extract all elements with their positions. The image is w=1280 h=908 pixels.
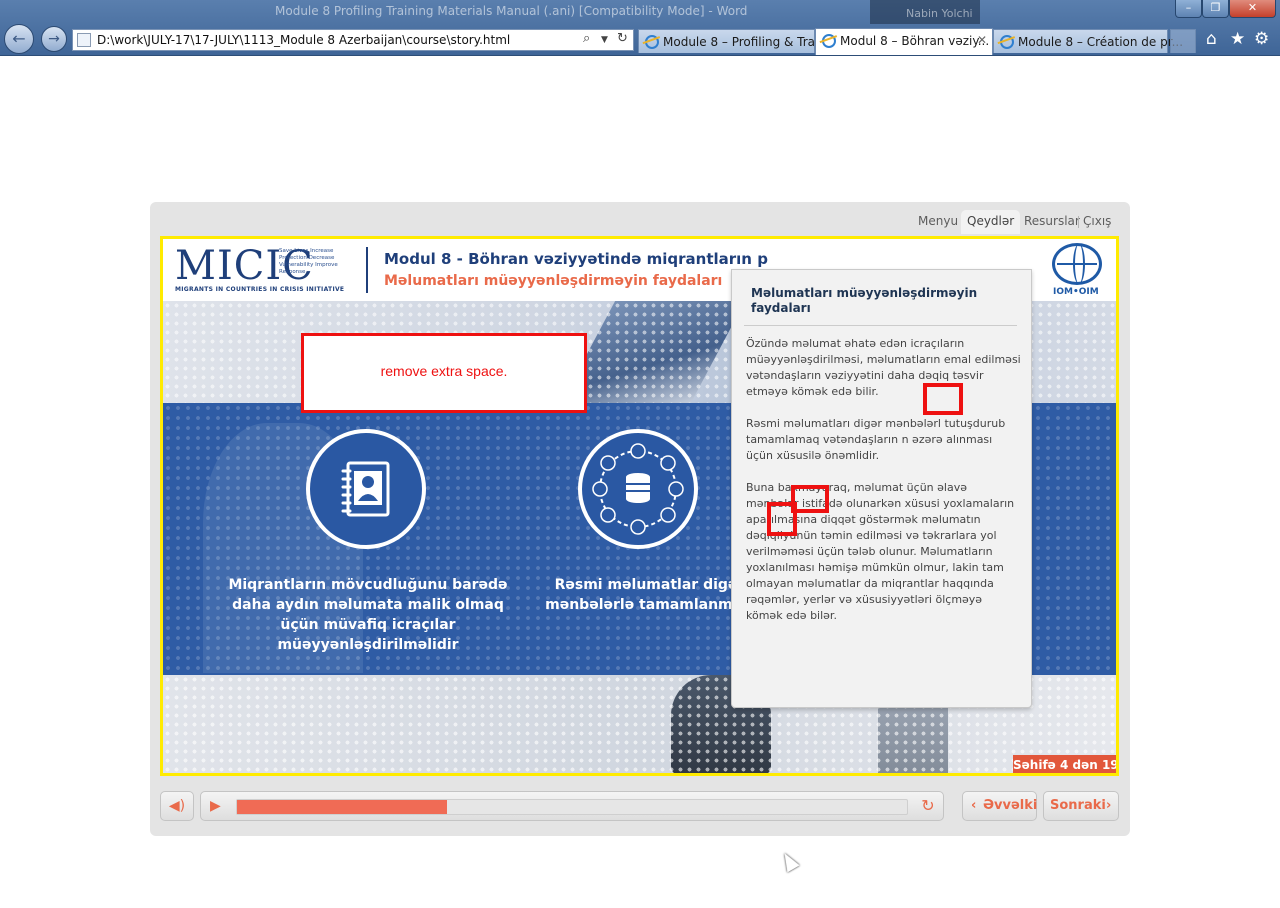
notes-paragraph: Rəsmi məlumatları digər mənbələrl tutuşd… (746, 417, 1006, 462)
page-counter: Səhifə 4 dən 19 (1013, 755, 1116, 773)
notes-panel[interactable]: Məlumatları müəyyənləşdirməyin faydaları… (731, 269, 1032, 708)
play-icon[interactable]: ▶ (210, 797, 228, 815)
mouse-cursor-icon (778, 849, 800, 873)
notes-body: Özündə məlumat əhatə edən icraçıların mü… (746, 336, 1021, 640)
menu-link[interactable]: Menyu (918, 210, 958, 234)
database-sources-icon (578, 429, 698, 549)
notes-title: Məlumatları müəyyənləşdirməyin faydaları (751, 286, 978, 315)
progress-fill (237, 800, 447, 814)
iom-logo-text: IOM•OIM (1053, 287, 1099, 297)
tab-profiling[interactable]: Module 8 – Profiling & Tra... (638, 29, 826, 53)
iom-globe-icon (1052, 243, 1102, 285)
home-icon[interactable]: ⌂ (1206, 29, 1217, 49)
tab-creation[interactable]: Module 8 – Création de pr... (993, 29, 1183, 53)
forward-arrow-icon[interactable]: → (41, 26, 67, 52)
previous-button[interactable]: ‹ Əvvəlki (962, 791, 1037, 821)
ie-logo-icon (822, 34, 836, 48)
micic-logo: MICIC Save Lives Increase Protection Dec… (175, 243, 350, 297)
caption-identify-actors: Miqrantların mövcudluğunu barədə daha ay… (228, 577, 508, 653)
resources-link[interactable]: Resurslar (1024, 210, 1080, 234)
title-bar-user-area: Nabin Yolchi (870, 0, 980, 24)
close-window-button[interactable]: ✕ (1229, 0, 1276, 18)
player-controls: ◀) ▶ ↻ ‹ Əvvəlki Sonraki › (160, 790, 1120, 824)
exit-link[interactable]: Çıxış (1083, 210, 1111, 234)
tab-label: Modul 8 – Böhran vəziy... (840, 34, 990, 48)
tab-label: Module 8 – Création de pr... (1018, 35, 1184, 49)
star-icon[interactable]: ★ (1230, 29, 1245, 49)
minimize-button[interactable]: – (1175, 0, 1202, 18)
contact-book-icon (306, 429, 426, 549)
address-url: D:\work\JULY-17\17-JULY\1113_Module 8 Az… (97, 33, 511, 47)
new-tab-button[interactable] (1170, 29, 1196, 53)
review-comment-text: remove extra space. (380, 363, 508, 379)
notes-paragraph: Özündə məlumat əhatə edən icraçıların mü… (746, 337, 1021, 398)
close-tab-icon[interactable]: ✕ (977, 33, 987, 47)
nav-separator (1078, 216, 1079, 228)
address-bar[interactable]: D:\work\JULY-17\17-JULY\1113_Module 8 Az… (72, 29, 634, 51)
user-label: Nabin Yolchi (906, 7, 973, 20)
slide-area: MICIC Save Lives Increase Protection Dec… (160, 236, 1119, 776)
volume-icon[interactable]: ◀) (160, 791, 194, 821)
ie-logo-icon (645, 35, 659, 49)
iom-logo: IOM•OIM (1049, 243, 1105, 299)
caption-official-data: Rəsmi məlumatlar digə mənbələrlə tamamla… (545, 577, 747, 613)
ie-logo-icon (1000, 35, 1014, 49)
progress-track[interactable] (236, 799, 908, 815)
header-divider (366, 247, 368, 293)
search-icon[interactable]: ⌕ (583, 31, 590, 46)
dropdown-arrow-icon[interactable]: ▼ (601, 35, 608, 45)
micic-logo-tagline: Save Lives Increase Protection Decrease … (279, 248, 338, 275)
maximize-button[interactable]: ❐ (1202, 0, 1229, 18)
window-title: Module 8 Profiling Training Materials Ma… (275, 4, 748, 18)
review-highlight-box (923, 383, 963, 415)
chevron-left-icon: ‹ (971, 798, 977, 813)
browser-chrome: Module 8 Profiling Training Materials Ma… (0, 0, 1280, 56)
review-highlight-box (767, 502, 797, 536)
tab-bohran[interactable]: Modul 8 – Böhran vəziy... ✕ (815, 28, 993, 55)
refresh-icon[interactable]: ↻ (617, 31, 628, 46)
chevron-right-icon: › (1106, 798, 1112, 813)
next-button[interactable]: Sonraki › (1043, 791, 1119, 821)
back-arrow-icon[interactable]: ← (4, 24, 34, 54)
course-player: Menyu Qeydlər Resurslar Çıxış MICIC Save… (150, 202, 1130, 836)
notes-tab[interactable]: Qeydlər (961, 210, 1021, 234)
module-subtitle: Məlumatları müəyyənləşdirməyin faydaları (384, 273, 723, 289)
micic-logo-full: MIGRANTS IN COUNTRIES IN CRISIS INITIATI… (175, 286, 345, 293)
player-top-nav: Menyu Qeydlər Resurslar Çıxış (916, 210, 1116, 234)
module-title: Modul 8 - Böhran vəziyyətində miqrantlar… (384, 250, 768, 268)
previous-label: Əvvəlki (983, 798, 1038, 813)
replay-icon[interactable]: ↻ (917, 795, 939, 817)
seekbar: ▶ ↻ (200, 791, 944, 821)
page-icon (77, 33, 91, 47)
title-bar: Module 8 Profiling Training Materials Ma… (0, 0, 1280, 24)
next-label: Sonraki (1050, 798, 1106, 813)
notes-divider (744, 325, 1017, 326)
gear-icon[interactable]: ⚙ (1254, 29, 1269, 49)
tab-label: Module 8 – Profiling & Tra... (663, 35, 827, 49)
review-comment-box: remove extra space. (301, 333, 587, 413)
